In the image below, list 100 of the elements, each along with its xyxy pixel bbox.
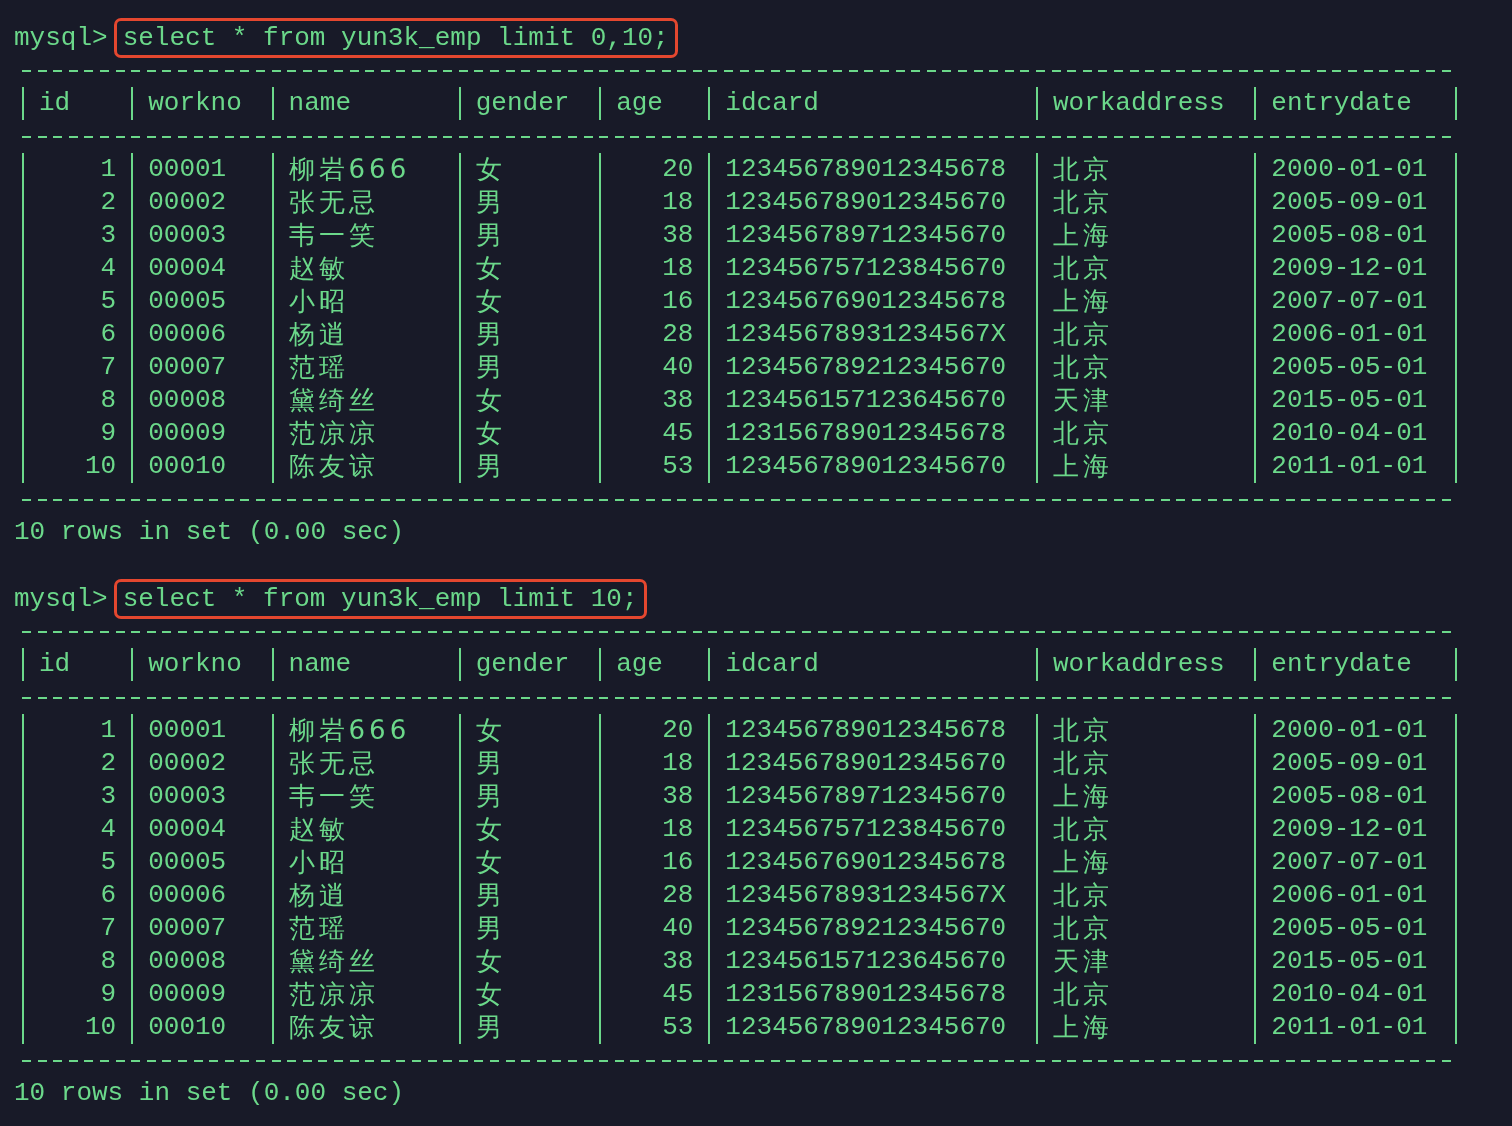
table-cell: 上海 <box>1035 780 1255 813</box>
table-cell: 6 <box>22 879 132 912</box>
table-cell: 北京 <box>1035 153 1255 186</box>
table-cell: 28 <box>599 318 709 351</box>
table-cell: 28 <box>599 879 709 912</box>
table-cell: 45 <box>599 417 709 450</box>
table-cell: 男 <box>458 186 600 219</box>
table-cell: 2015-05-01 <box>1254 945 1458 978</box>
table-cell: 123456789212345670 <box>708 912 1036 945</box>
table-cell: 123456757123845670 <box>708 252 1036 285</box>
table-cell: 1 <box>22 714 132 747</box>
column-header: gender <box>458 87 600 120</box>
table-cell: 赵敏 <box>271 813 459 846</box>
table-cell: 2005-05-01 <box>1254 912 1458 945</box>
column-header: workaddress <box>1035 648 1255 681</box>
table-cell: 女 <box>458 813 600 846</box>
table-cell: 5 <box>22 285 132 318</box>
table-cell: 北京 <box>1035 912 1255 945</box>
table-cell: 123456157123645670 <box>708 945 1036 978</box>
table-cell: 韦一笑 <box>271 219 459 252</box>
table-cell: 北京 <box>1035 252 1255 285</box>
column-header: entrydate <box>1254 648 1458 681</box>
table-cell: 2010-04-01 <box>1254 978 1458 1011</box>
table-cell: 40 <box>599 912 709 945</box>
table-cell: 男 <box>458 450 600 483</box>
table-cell: 123156789012345678 <box>708 417 1036 450</box>
table-cell: 天津 <box>1035 384 1255 417</box>
table-cell: 2006-01-01 <box>1254 318 1458 351</box>
table-cell: 天津 <box>1035 945 1255 978</box>
table-cell: 16 <box>599 285 709 318</box>
column-header: gender <box>458 648 600 681</box>
table-cell: 上海 <box>1035 219 1255 252</box>
table-cell: 2005-09-01 <box>1254 186 1458 219</box>
table-cell: 40 <box>599 351 709 384</box>
table-cell: 北京 <box>1035 417 1255 450</box>
table-cell: 10 <box>22 1011 132 1044</box>
table-cell: 00005 <box>131 846 272 879</box>
table-cell: 柳岩666 <box>271 153 459 186</box>
table-cell: 00003 <box>131 780 272 813</box>
table-cell: 男 <box>458 351 600 384</box>
table-cell: 53 <box>599 450 709 483</box>
table-cell: 北京 <box>1035 813 1255 846</box>
table-cell: 2009-12-01 <box>1254 813 1458 846</box>
table-cell: 00010 <box>131 1011 272 1044</box>
table-cell: 北京 <box>1035 186 1255 219</box>
column-header: entrydate <box>1254 87 1458 120</box>
table-cell: 北京 <box>1035 714 1255 747</box>
table-cell: 2010-04-01 <box>1254 417 1458 450</box>
table-cell: 16 <box>599 846 709 879</box>
table-cell: 20 <box>599 714 709 747</box>
sql-command: select * from yun3k_emp limit 0,10; <box>113 17 678 58</box>
table-cell: 20 <box>599 153 709 186</box>
table-cell: 男 <box>458 747 600 780</box>
table-cell: 范瑶 <box>271 351 459 384</box>
table-cell: 范瑶 <box>271 912 459 945</box>
table-cell: 00004 <box>131 252 272 285</box>
table-cell: 123456789012345670 <box>708 747 1036 780</box>
table-cell: 18 <box>599 747 709 780</box>
mysql-prompt: mysql> <box>14 583 108 614</box>
table-cell: 女 <box>458 417 600 450</box>
table-cell: 123456789012345670 <box>708 186 1036 219</box>
table-cell: 女 <box>458 252 600 285</box>
table-cell: 12345678931234567X <box>708 879 1036 912</box>
mysql-prompt: mysql> <box>14 22 108 53</box>
table-cell: 2005-08-01 <box>1254 780 1458 813</box>
table-cell: 3 <box>22 780 132 813</box>
table-cell: 男 <box>458 780 600 813</box>
table-cell: 北京 <box>1035 318 1255 351</box>
column-header: workno <box>131 648 272 681</box>
table-cell: 北京 <box>1035 978 1255 1011</box>
table-cell: 9 <box>22 978 132 1011</box>
table-cell: 5 <box>22 846 132 879</box>
table-cell: 00001 <box>131 153 272 186</box>
result-summary: 10 rows in set (0.00 sec) <box>14 1077 406 1110</box>
table-cell: 123456769012345678 <box>708 285 1036 318</box>
table-cell: 00002 <box>131 747 272 780</box>
table-cell: 123456789212345670 <box>708 351 1036 384</box>
table-cell: 男 <box>458 318 600 351</box>
table-cell: 00007 <box>131 912 272 945</box>
table-cell: 张无忌 <box>271 186 459 219</box>
table-cell: 38 <box>599 945 709 978</box>
table-cell: 9 <box>22 417 132 450</box>
table-cell: 范凉凉 <box>271 417 459 450</box>
table-cell: 00001 <box>131 714 272 747</box>
table-cell: 00005 <box>131 285 272 318</box>
table-cell: 00006 <box>131 879 272 912</box>
table-cell: 123456789012345670 <box>708 450 1036 483</box>
table-cell: 女 <box>458 945 600 978</box>
table-cell: 小昭 <box>271 285 459 318</box>
table-cell: 00002 <box>131 186 272 219</box>
table-cell: 38 <box>599 780 709 813</box>
table-cell: 38 <box>599 219 709 252</box>
table-cell: 北京 <box>1035 879 1255 912</box>
table-cell: 张无忌 <box>271 747 459 780</box>
table-cell: 00007 <box>131 351 272 384</box>
table-cell: 00008 <box>131 384 272 417</box>
table-cell: 2006-01-01 <box>1254 879 1458 912</box>
column-header: id <box>22 648 132 681</box>
table-cell: 女 <box>458 153 600 186</box>
table-cell: 2000-01-01 <box>1254 153 1458 186</box>
